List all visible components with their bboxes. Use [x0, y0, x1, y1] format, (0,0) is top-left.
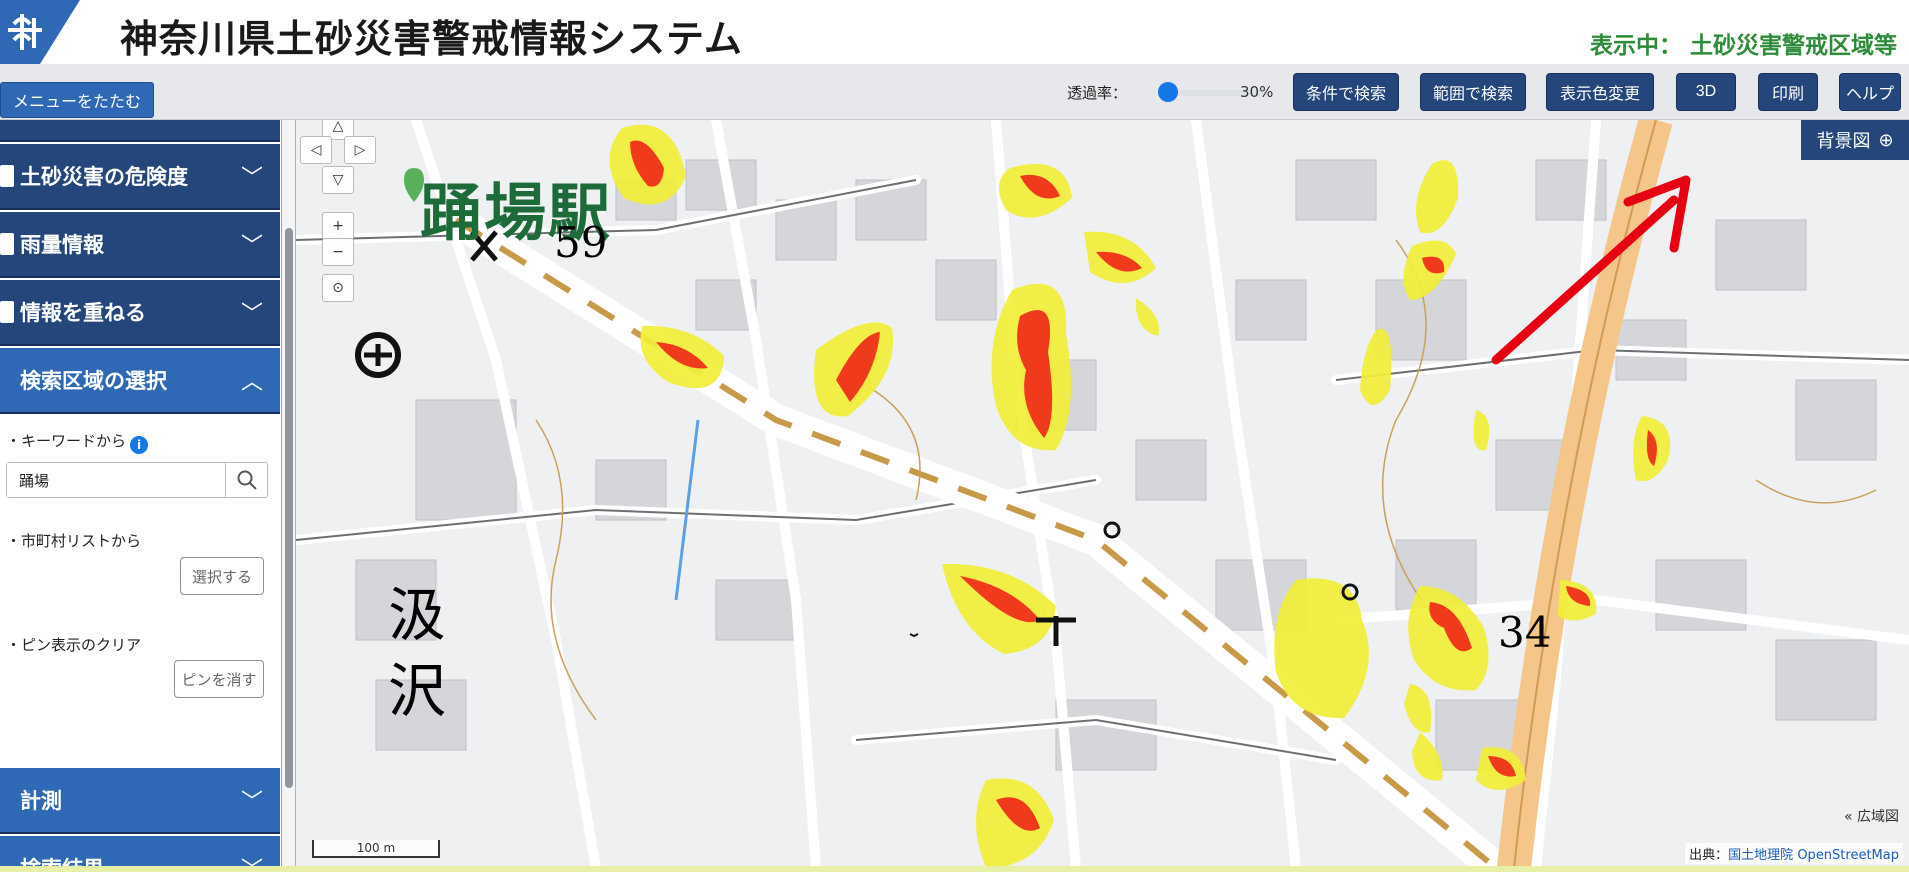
- opacity-slider-thumb[interactable]: [1158, 82, 1178, 102]
- place-label: 沢: [388, 657, 447, 725]
- view-3d-button[interactable]: 3D: [1676, 73, 1736, 111]
- elevation-label: 59: [554, 218, 608, 267]
- display-status-value: 土砂災害警戒区域等: [1690, 33, 1897, 59]
- sidebar-section-search-area[interactable]: 検索区域の選択 ︿: [0, 348, 280, 414]
- sidebar-section-hidden[interactable]: [0, 120, 280, 142]
- zoom-out-button[interactable]: −: [322, 238, 354, 266]
- collapse-menu-button[interactable]: メニューをたたむ: [0, 82, 155, 118]
- clear-pins-button[interactable]: ピンを消す: [174, 660, 264, 698]
- attribution-osm-link[interactable]: OpenStreetMap: [1797, 848, 1899, 863]
- sidebar-section-label: 検索区域の選択: [20, 369, 167, 393]
- color-change-button[interactable]: 表示色変更: [1546, 73, 1654, 111]
- rainfall-checkbox[interactable]: [0, 233, 14, 255]
- bottom-strip: [0, 866, 1909, 872]
- elevation-label: 34: [1498, 608, 1552, 657]
- opacity-label: 透過率：: [1067, 84, 1128, 102]
- pin-clear-label: ・ピン表示のクリア: [6, 636, 142, 654]
- help-button[interactable]: ヘルプ: [1839, 73, 1901, 111]
- attribution-gsi-link[interactable]: 国土地理院: [1728, 848, 1793, 863]
- map-attribution: 出典：国土地理院 OpenStreetMap: [1685, 843, 1903, 864]
- scale-bar: 100 m: [312, 840, 440, 858]
- keyword-search-box: [6, 462, 268, 498]
- overlay-checkbox[interactable]: [0, 301, 14, 323]
- chevron-down-icon: ﹀: [240, 790, 263, 815]
- search-condition-button[interactable]: 条件で検索: [1293, 73, 1399, 111]
- map-view[interactable]: 踊場駅 59 34 汲 沢 △ ◁ ▷ ▽ + − ⊙ 背景図 ⊕ « 広域図 …: [296, 120, 1909, 868]
- locate-icon[interactable]: ⊙: [322, 274, 354, 302]
- attribution-prefix: 出典：: [1689, 848, 1729, 863]
- chevron-down-icon: ﹀: [240, 234, 263, 259]
- background-map-button[interactable]: 背景図 ⊕: [1801, 120, 1909, 160]
- pan-left-button[interactable]: ◁: [300, 136, 332, 164]
- display-status: 表示中： 土砂災害警戒区域等: [1590, 26, 1897, 60]
- chevron-down-icon: ﹀: [240, 302, 263, 327]
- opacity-value: 30%: [1240, 83, 1274, 101]
- background-map-label: 背景図: [1816, 131, 1871, 152]
- keyword-label: ・キーワードから i: [6, 430, 149, 454]
- sidebar-scrollbar[interactable]: [282, 120, 296, 872]
- pan-down-button[interactable]: ▽: [322, 166, 354, 194]
- sidebar-section-label: 土砂災害の危険度: [20, 165, 188, 189]
- chevron-down-icon: ﹀: [240, 166, 263, 191]
- keyword-label-text: ・キーワードから: [6, 432, 127, 450]
- search-range-button[interactable]: 範囲で検索: [1420, 73, 1526, 111]
- scrollbar-thumb[interactable]: [285, 228, 293, 788]
- sidebar-section-danger[interactable]: 土砂災害の危険度 ﹀: [0, 144, 280, 210]
- place-label: 汲: [388, 581, 447, 649]
- sidebar-section-overlay[interactable]: 情報を重ねる ﹀: [0, 280, 280, 346]
- app-title: 神奈川県土砂災害警戒情報システム: [120, 17, 743, 61]
- danger-checkbox[interactable]: [0, 165, 14, 187]
- city-list-label: ・市町村リストから: [6, 532, 142, 550]
- pan-right-button[interactable]: ▷: [344, 136, 376, 164]
- zoom-in-button[interactable]: +: [322, 212, 354, 240]
- info-icon[interactable]: i: [130, 436, 149, 454]
- kanagawa-logo-icon: [0, 0, 80, 64]
- display-status-prefix: 表示中：: [1589, 33, 1682, 59]
- sidebar-section-label: 情報を重ねる: [20, 301, 146, 325]
- select-city-button[interactable]: 選択する: [180, 557, 264, 595]
- sidebar-section-label: 雨量情報: [20, 233, 104, 257]
- plus-circle-icon: ⊕: [1878, 129, 1894, 151]
- app-header: 神奈川県土砂災害警戒情報システム 表示中： 土砂災害警戒区域等: [0, 0, 1909, 64]
- chevron-up-icon: ︿: [240, 370, 263, 395]
- sidebar-section-measure[interactable]: 計測 ﹀: [0, 768, 280, 834]
- sidebar-section-rainfall[interactable]: 雨量情報 ﹀: [0, 212, 280, 278]
- sidebar-section-label: 計測: [20, 789, 62, 813]
- print-button[interactable]: 印刷: [1758, 73, 1818, 111]
- search-icon[interactable]: [225, 463, 267, 497]
- wide-map-link[interactable]: « 広域図: [1844, 806, 1899, 826]
- keyword-search-input[interactable]: [7, 463, 225, 497]
